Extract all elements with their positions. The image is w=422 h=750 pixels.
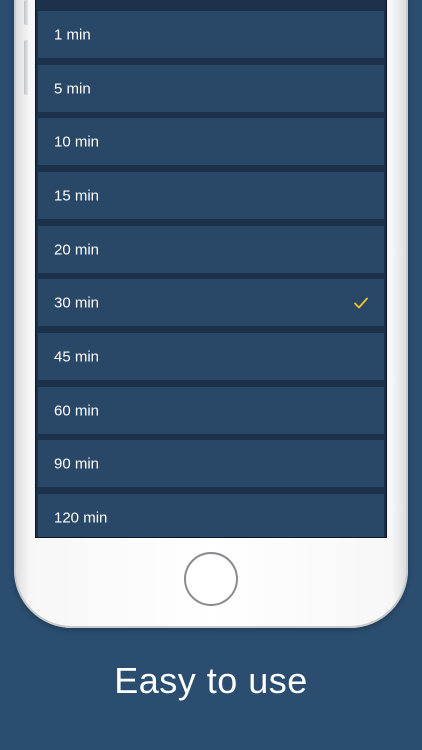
option-label: 10 min: [54, 133, 100, 150]
duration-option-1-min[interactable]: 1 min: [38, 11, 384, 58]
option-label: 120 min: [54, 509, 108, 526]
phone-screen: 1 min 5 min 10 min 15 min 20 min 30 min …: [35, 0, 387, 538]
duration-option-20-min[interactable]: 20 min: [38, 226, 384, 273]
home-button[interactable]: [184, 552, 238, 606]
option-label: 1 min: [54, 26, 91, 43]
option-label: 90 min: [54, 455, 100, 472]
duration-option-15-min[interactable]: 15 min: [38, 172, 384, 219]
option-label: 5 min: [54, 80, 91, 97]
option-label: 15 min: [54, 187, 100, 204]
option-label: 60 min: [54, 402, 100, 419]
promo-caption: Easy to use: [114, 660, 308, 701]
duration-option-5-min[interactable]: 5 min: [38, 65, 384, 112]
option-label: 45 min: [54, 348, 100, 365]
phone-volume-button: [24, 40, 28, 95]
option-label: 20 min: [54, 241, 100, 258]
checkmark-icon: [354, 297, 368, 308]
duration-option-120-min[interactable]: 120 min: [38, 494, 384, 537]
duration-option-10-min[interactable]: 10 min: [38, 118, 384, 165]
phone-side-button: [24, 0, 28, 25]
duration-option-60-min[interactable]: 60 min: [38, 387, 384, 434]
duration-option-30-min[interactable]: 30 min: [38, 279, 384, 326]
duration-option-90-min[interactable]: 90 min: [38, 440, 384, 487]
option-label: 30 min: [54, 294, 100, 311]
duration-option-45-min[interactable]: 45 min: [38, 333, 384, 380]
